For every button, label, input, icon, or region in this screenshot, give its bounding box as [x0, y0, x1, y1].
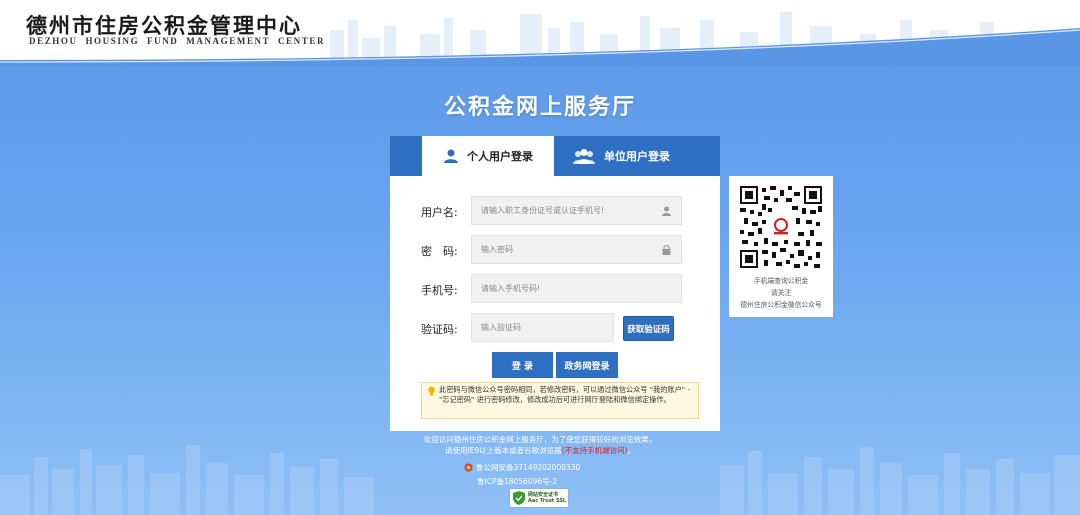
gov-login-button[interactable]: 政务网登录	[556, 352, 618, 378]
qr-code-image	[740, 186, 822, 268]
icp-record-text: 鲁ICP备18056096号-2	[477, 477, 558, 486]
captcha-placeholder: 输入验证码	[481, 323, 521, 332]
ssl-trust-badge[interactable]: 网站安全证书 Aac Trust SSL	[509, 488, 569, 508]
browser-note-text: 请使用IE9以上版本或者谷歌浏览器	[444, 446, 562, 455]
logo-subtitle: DEZHOU HOUSING FUND MANAGEMENT CENTER	[29, 36, 326, 46]
header: 德州市住房公积金管理中心 DEZHOU HOUSING FUND MANAGEM…	[0, 0, 1080, 66]
footer-welcome: 欢迎访问德州住房公积金网上服务厅，为了使您获得较好的浏览效果，	[423, 435, 657, 444]
police-badge-icon	[464, 463, 473, 472]
phone-placeholder: 请输入手机号码!	[481, 284, 541, 293]
username-placeholder: 请输入职工身份证号或认证手机号!	[481, 206, 605, 215]
group-icon	[573, 149, 595, 164]
tab-personal-login[interactable]: 个人用户登录	[422, 136, 554, 176]
lock-icon	[662, 245, 671, 255]
police-record-text: 鲁公网安备37149202000330	[476, 463, 581, 472]
shield-icon	[513, 491, 525, 505]
browser-note-end: 。	[627, 446, 636, 455]
password-notice: 此密码与微信公众号密码相同，若修改密码，可以通过微信公众号 "我的账户" - "…	[421, 382, 699, 419]
password-placeholder: 输入密码	[481, 245, 513, 254]
tab-personal-label: 个人用户登录	[467, 150, 533, 163]
trust-label: 网站安全证书 Aac Trust SSL	[528, 492, 566, 504]
browser-warning: (不支持手机端访问)	[561, 446, 628, 455]
lightbulb-icon	[428, 386, 435, 396]
police-record[interactable]: 鲁公网安备37149202000330	[464, 462, 580, 473]
qr-caption-line2: 请关注	[770, 289, 792, 297]
user-icon	[662, 206, 671, 216]
login-panel: 个人用户登录 单位用户登录 用户名: 请输入职工身份证号或认证手机号! 密 码:…	[390, 136, 720, 431]
login-tabs: 个人用户登录 单位用户登录	[390, 136, 720, 176]
page-title: 公积金网上服务厅	[443, 95, 636, 120]
qr-code-box: 手机端查询公积金 请关注 德州住房公积金微信公众号	[729, 176, 833, 317]
username-input[interactable]: 请输入职工身份证号或认证手机号!	[471, 196, 682, 225]
tab-company-label: 单位用户登录	[604, 150, 670, 163]
qr-caption-line3: 德州住房公积金微信公众号	[740, 301, 822, 309]
notice-text: 此密码与微信公众号密码相同，若修改密码，可以通过微信公众号 "我的账户" - "…	[439, 385, 690, 404]
icp-record[interactable]: 鲁ICP备18056096号-2	[477, 476, 557, 487]
tab-company-login[interactable]: 单位用户登录	[554, 136, 720, 176]
captcha-input[interactable]: 输入验证码	[471, 313, 614, 342]
phone-input[interactable]: 请输入手机号码!	[471, 274, 682, 303]
person-icon	[444, 149, 458, 163]
trust-line2: Aac Trust SSL	[528, 498, 567, 504]
login-button[interactable]: 登 录	[492, 352, 553, 378]
password-input[interactable]: 输入密码	[471, 235, 682, 264]
get-captcha-button[interactable]: 获取验证码	[623, 316, 674, 341]
footer-browser-note: 请使用IE9以上版本或者谷歌浏览器(不支持手机端访问)。	[0, 446, 1080, 456]
qr-caption-line1: 手机端查询公积金	[753, 277, 809, 285]
